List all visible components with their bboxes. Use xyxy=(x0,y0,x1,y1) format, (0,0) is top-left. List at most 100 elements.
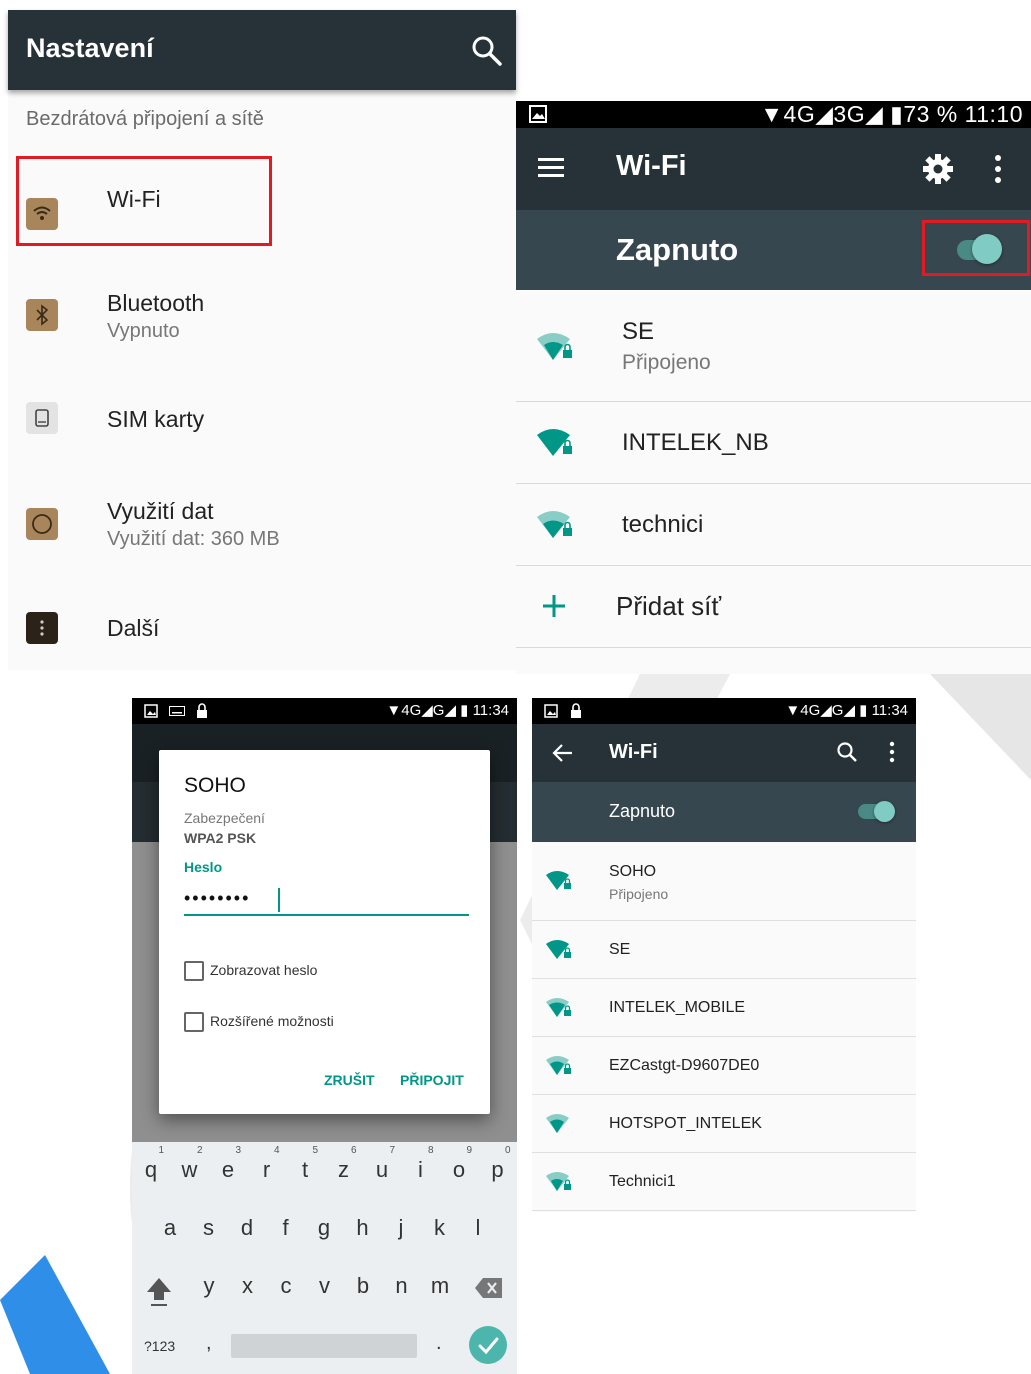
settings-screen: Nastavení Bezdrátová připojení a sítě Wi… xyxy=(8,10,516,670)
network-row[interactable]: technici xyxy=(516,484,1031,566)
shift-icon[interactable] xyxy=(145,1276,173,1308)
network-row[interactable]: INTELEK_NB xyxy=(516,402,1031,484)
search-icon[interactable] xyxy=(470,34,504,68)
key-z[interactable]: z6 xyxy=(325,1145,363,1183)
key-k[interactable]: k xyxy=(421,1215,459,1241)
key-d[interactable]: d xyxy=(228,1215,266,1241)
toggle-label: Zapnuto xyxy=(616,232,739,267)
search-icon[interactable] xyxy=(836,741,858,763)
key-label: o xyxy=(452,1157,466,1182)
advanced-options-checkbox[interactable] xyxy=(184,1012,204,1032)
network-row[interactable]: SE Připojeno xyxy=(516,290,1031,402)
cancel-button[interactable]: ZRUŠIT xyxy=(324,1072,375,1088)
network-row[interactable]: INTELEK_MOBILE xyxy=(532,979,916,1037)
network-name: INTELEK_NB xyxy=(622,429,769,456)
key-l[interactable]: l xyxy=(459,1215,497,1241)
key-q[interactable]: q1 xyxy=(132,1145,170,1183)
key-label: j xyxy=(398,1215,404,1240)
key-n[interactable]: n xyxy=(383,1273,421,1299)
key-label: c xyxy=(280,1273,292,1298)
key-w[interactable]: w2 xyxy=(171,1145,209,1183)
data-usage-icon xyxy=(26,508,58,540)
key-label: t xyxy=(301,1157,309,1182)
key-label: i xyxy=(418,1157,423,1182)
comma-key[interactable]: , xyxy=(206,1332,212,1355)
wifi-app-bar: Wi-Fi xyxy=(532,724,916,782)
gear-icon[interactable] xyxy=(921,152,955,186)
wifi-screen-2: ▼4G◢G◢ ▮ 11:34 Wi-Fi Zapnuto SOHO Připoj… xyxy=(532,698,916,1212)
image-notification-icon xyxy=(529,105,547,123)
key-label: s xyxy=(203,1215,214,1240)
space-key[interactable] xyxy=(231,1334,417,1358)
key-s[interactable]: s xyxy=(190,1215,228,1241)
key-x[interactable]: x xyxy=(229,1273,267,1299)
key-m[interactable]: m xyxy=(421,1273,459,1299)
key-g[interactable]: g xyxy=(305,1215,343,1241)
network-row[interactable]: SE xyxy=(532,921,916,979)
settings-item-data-usage[interactable]: Využití dat Využití dat: 360 MB xyxy=(8,478,516,568)
key-p[interactable]: p0 xyxy=(479,1145,517,1183)
key-label: f xyxy=(282,1215,289,1240)
key-digit-hint: 8 xyxy=(427,1145,434,1156)
show-password-label: Zobrazovat heslo xyxy=(210,962,318,978)
password-input[interactable]: •••••••• xyxy=(184,888,250,909)
connect-button[interactable]: PŘIPOJIT xyxy=(400,1072,464,1088)
key-h[interactable]: h xyxy=(344,1215,382,1241)
status-text: ▼4G◢3G◢ ▮73 % 11:10 xyxy=(760,101,1023,127)
settings-item-sub: Využití dat: 360 MB xyxy=(107,528,280,550)
symbols-key[interactable]: ?123 xyxy=(144,1338,175,1354)
more-vert-icon[interactable] xyxy=(888,741,896,763)
network-status: Připojeno xyxy=(609,886,669,902)
status-text: ▼4G◢G◢ ▮ 11:34 xyxy=(785,702,908,719)
status-bar: ▼4G◢G◢ ▮ 11:34 xyxy=(532,698,916,724)
wifi-toggle-bar[interactable]: Zapnuto xyxy=(516,210,1031,290)
key-v[interactable]: v xyxy=(306,1273,344,1299)
key-b[interactable]: b xyxy=(344,1273,382,1299)
wifi-title: Wi-Fi xyxy=(616,150,687,182)
menu-icon[interactable] xyxy=(538,156,568,180)
keyboard-icon xyxy=(169,706,185,716)
toggle-label: Zapnuto xyxy=(609,801,676,821)
settings-item-bluetooth[interactable]: Bluetooth Vypnuto xyxy=(8,270,516,360)
key-i[interactable]: i8 xyxy=(402,1145,440,1183)
done-key[interactable] xyxy=(469,1326,507,1364)
add-network-row[interactable]: Přidat síť xyxy=(516,566,1031,648)
network-row[interactable]: SOHO Připojeno xyxy=(532,842,916,921)
wifi-signal-icon xyxy=(546,998,571,1017)
settings-title: Nastavení xyxy=(26,33,154,63)
key-label: k xyxy=(434,1215,445,1240)
show-password-checkbox[interactable] xyxy=(184,961,204,981)
bluetooth-icon xyxy=(26,299,58,331)
key-t[interactable]: t5 xyxy=(286,1145,324,1183)
settings-item-more[interactable]: Další xyxy=(8,588,516,678)
key-j[interactable]: j xyxy=(382,1215,420,1241)
key-u[interactable]: u7 xyxy=(363,1145,401,1183)
key-c[interactable]: c xyxy=(267,1273,305,1299)
back-arrow-icon[interactable] xyxy=(552,743,574,763)
key-label: l xyxy=(475,1215,481,1240)
key-y[interactable]: y xyxy=(190,1273,228,1299)
key-e[interactable]: e3 xyxy=(209,1145,247,1183)
settings-item-sub: Vypnuto xyxy=(107,320,180,342)
wifi-signal-icon xyxy=(537,429,572,456)
key-label: z xyxy=(338,1157,349,1182)
key-r[interactable]: r4 xyxy=(248,1145,286,1183)
period-key[interactable]: . xyxy=(436,1332,442,1355)
input-underline xyxy=(184,914,469,916)
key-label: h xyxy=(356,1215,369,1240)
key-label: d xyxy=(240,1215,254,1240)
network-row[interactable]: HOTSPOT_INTELEK xyxy=(532,1095,916,1153)
more-vert-icon[interactable] xyxy=(992,153,1004,185)
key-o[interactable]: o9 xyxy=(440,1145,478,1183)
text-cursor xyxy=(278,888,280,912)
backspace-icon[interactable] xyxy=(474,1277,504,1299)
key-label: y xyxy=(203,1273,215,1298)
network-row[interactable]: EZCastgt-D9607DE0 xyxy=(532,1037,916,1095)
key-a[interactable]: a xyxy=(151,1215,189,1241)
key-digit-hint: 3 xyxy=(235,1145,241,1156)
network-row[interactable]: Technici1 xyxy=(532,1153,916,1211)
network-name: HOTSPOT_INTELEK xyxy=(609,1115,762,1132)
settings-item-sim[interactable]: SIM karty xyxy=(8,380,516,470)
key-f[interactable]: f xyxy=(267,1215,305,1241)
wifi-toggle-bar[interactable]: Zapnuto xyxy=(532,782,916,842)
